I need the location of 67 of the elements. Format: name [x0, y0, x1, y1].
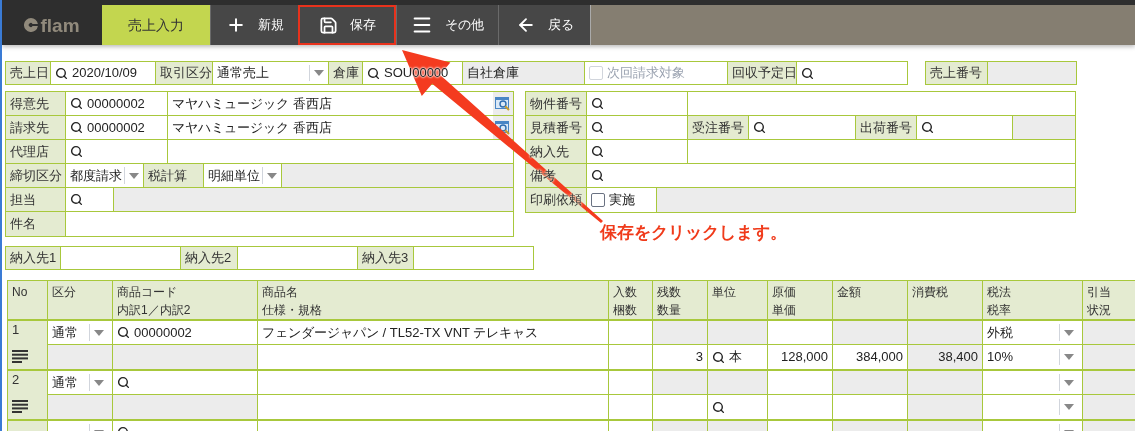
caret-icon — [1064, 379, 1074, 386]
search-icon — [712, 350, 725, 364]
field-label: 物件番号 — [526, 92, 587, 115]
search-icon — [591, 145, 604, 158]
column-header: No — [8, 281, 48, 319]
search-icon — [117, 326, 130, 339]
search-icon — [70, 121, 83, 134]
search-icon — [921, 121, 934, 134]
column-header: 残数 数量 — [653, 281, 708, 319]
table-cell — [1083, 371, 1135, 394]
column-header: 引当 状況 — [1083, 281, 1135, 319]
checkbox[interactable] — [591, 193, 605, 207]
table-cell — [1083, 395, 1135, 419]
search-icon — [117, 376, 130, 389]
column-header: 原価 単価 — [768, 281, 833, 319]
toolbar-button[interactable]: その他 — [396, 5, 498, 45]
table-cell: 38,400 — [908, 345, 983, 369]
row-number: 2 — [12, 373, 21, 386]
table-cell — [1083, 321, 1135, 344]
field-label: 受注番号 — [688, 116, 749, 139]
toolbar-button[interactable]: 保存 — [298, 5, 396, 45]
toolbar-button[interactable]: 新規 — [210, 5, 298, 45]
caret-icon — [1064, 329, 1074, 336]
caret-icon — [1064, 354, 1074, 360]
column-header: 税法 税率 — [983, 281, 1083, 319]
column-header: 入数 梱数 — [609, 281, 653, 319]
caret-icon — [94, 329, 104, 336]
lookup-icon[interactable] — [495, 96, 511, 111]
field-label: 締切区分 — [6, 164, 66, 187]
caret-icon — [129, 172, 139, 179]
logo-text: flam — [40, 15, 80, 35]
checkbox-label: 実施 — [609, 191, 635, 210]
search-icon — [70, 145, 83, 158]
caret-icon — [94, 379, 104, 386]
annotation-text: 保存をクリックします。 — [600, 222, 787, 244]
field-label: 見積番号 — [526, 116, 587, 139]
row-number: 1 — [12, 323, 21, 336]
toolbar-button[interactable]: 戻る — [498, 5, 590, 45]
field-label: 件名 — [6, 212, 66, 236]
column-header: 消費税 — [908, 281, 983, 319]
search-icon — [753, 121, 766, 134]
column-header: 単位 — [708, 281, 768, 319]
table-cell — [1083, 345, 1135, 369]
search-icon — [712, 400, 725, 414]
nav-tab[interactable]: 売上入力 — [102, 5, 210, 45]
caret-icon — [267, 172, 277, 179]
field-label: 請求先 — [6, 116, 66, 139]
column-header: 商品コード 内訳1／内訳2 — [113, 281, 258, 319]
column-header: 区分 — [48, 281, 113, 319]
field-label: 納入先 — [526, 140, 587, 163]
readonly-field — [1013, 116, 1075, 139]
column-header: 商品名 仕様・規格 — [258, 281, 609, 319]
search-icon — [591, 121, 604, 134]
search-icon — [70, 193, 83, 206]
menu-icon[interactable] — [12, 350, 28, 363]
field-label: 税計算 — [144, 164, 204, 187]
field-label: 得意先 — [6, 92, 66, 115]
search-icon — [70, 97, 83, 110]
field-label: 担当 — [6, 188, 66, 211]
search-icon — [591, 169, 604, 182]
caret-icon — [1064, 404, 1074, 410]
field-label: 出荷番号 — [856, 116, 917, 139]
logo-icon — [24, 18, 39, 32]
field-label: 代理店 — [6, 140, 66, 163]
search-icon — [591, 97, 604, 110]
menu-icon[interactable] — [12, 400, 28, 413]
column-header: 金額 — [833, 281, 908, 319]
